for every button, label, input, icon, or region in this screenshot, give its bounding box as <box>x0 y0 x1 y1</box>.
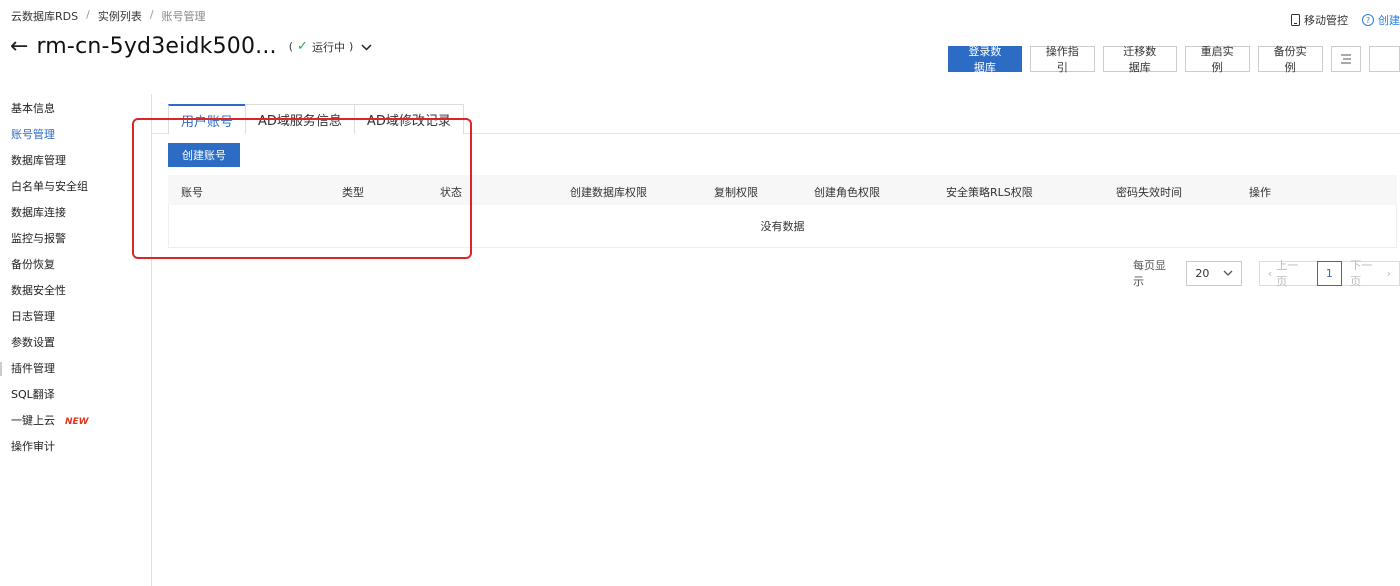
column-password-expiry: 密码失效时间 <box>1116 186 1182 199</box>
operation-guide-button[interactable]: 操作指引 <box>1029 45 1095 74</box>
mobile-control-label: 移动管控 <box>1304 14 1348 27</box>
sidebar-item-operation-audit[interactable]: 操作审计 <box>0 434 151 460</box>
sidebar-item-database-connection[interactable]: 数据库连接 <box>0 200 151 226</box>
sidebar-item-monitoring-alerts[interactable]: 监控与报警 <box>0 226 151 252</box>
chevron-right-icon: › <box>1386 266 1392 280</box>
instance-status: ( ✓ 运行中 ) <box>289 39 354 55</box>
column-actions: 操作 <box>1249 186 1271 199</box>
instance-header: ← rm-cn-5yd3eidk500... ( ✓ 运行中 ) <box>10 34 372 59</box>
help-create-link[interactable]: ? 创建 <box>1362 12 1400 28</box>
chevron-left-icon: ‹ <box>1267 266 1273 280</box>
instance-actions: 登录数据库 操作指引 迁移数据库 重启实例 备份实例 <box>948 45 1400 74</box>
restart-instance-button[interactable]: 重启实例 <box>1184 45 1250 74</box>
create-account-button[interactable]: 创建账号 <box>168 143 240 167</box>
sidebar-item-cloud-label: 一键上云 <box>11 414 55 427</box>
instance-title: rm-cn-5yd3eidk500... <box>36 34 277 59</box>
sidebar-divider <box>151 94 152 586</box>
page-number-current[interactable]: 1 <box>1316 260 1343 286</box>
column-create-role-privilege: 创建角色权限 <box>814 186 880 199</box>
sidebar-item-log-management[interactable]: 日志管理 <box>0 304 151 330</box>
breadcrumb-separator: / <box>149 8 154 21</box>
mobile-control-link[interactable]: 移动管控 <box>1291 12 1348 28</box>
sidebar-item-plugin-label: 插件管理 <box>11 362 55 375</box>
status-paren-open: ( <box>288 40 294 53</box>
sidebar-item-backup-restore[interactable]: 备份恢复 <box>0 252 151 278</box>
new-badge: NEW <box>65 417 89 427</box>
mobile-phone-icon <box>1291 14 1300 26</box>
migrate-database-button[interactable]: 迁移数据库 <box>1102 45 1177 74</box>
sidebar-item-account-management[interactable]: 账号管理 <box>0 122 151 148</box>
sidebar-item-parameter-settings[interactable]: 参数设置 <box>0 330 151 356</box>
sidebar-item-whitelist-security[interactable]: 白名单与安全组 <box>0 174 151 200</box>
page-size-select[interactable]: 20 <box>1186 260 1242 286</box>
sidebar: 基本信息 账号管理 数据库管理 白名单与安全组 数据库连接 监控与报警 备份恢复… <box>0 96 151 460</box>
help-icon: ? <box>1362 14 1374 26</box>
status-paren-close: ) <box>348 40 354 53</box>
column-rls-privilege: 安全策略RLS权限 <box>946 186 1033 199</box>
sidebar-marker <box>0 362 2 376</box>
check-icon: ✓ <box>297 39 308 54</box>
column-account: 账号 <box>181 186 203 199</box>
menu-lines-icon <box>1341 54 1352 64</box>
accounts-table: 账号 类型 状态 创建数据库权限 复制权限 创建角色权限 安全策略RLS权限 密… <box>168 175 1397 248</box>
sidebar-item-basic-info[interactable]: 基本信息 <box>0 96 151 122</box>
overflow-button[interactable] <box>1369 46 1400 72</box>
status-label: 运行中 <box>311 40 345 54</box>
help-create-label: 创建 <box>1378 14 1400 27</box>
back-arrow-icon[interactable]: ← <box>10 35 28 58</box>
column-type: 类型 <box>342 186 364 199</box>
tab-user-accounts[interactable]: 用户账号 <box>168 104 247 134</box>
column-replication-privilege: 复制权限 <box>714 186 758 199</box>
page-size-value: 20 <box>1195 266 1210 280</box>
breadcrumb-separator: / <box>86 8 90 21</box>
next-page-button[interactable]: 下一页 › <box>1341 259 1400 288</box>
table-header: 账号 类型 状态 创建数据库权限 复制权限 创建角色权限 安全策略RLS权限 密… <box>168 175 1397 205</box>
account-tabs: 用户账号 AD域服务信息 AD域修改记录 <box>168 104 464 134</box>
sidebar-item-sql-translation[interactable]: SQL翻译 <box>0 382 151 408</box>
backup-instance-button[interactable]: 备份实例 <box>1257 45 1323 74</box>
tab-ad-service-info[interactable]: AD域服务信息 <box>245 104 355 134</box>
next-page-label: 下一页 <box>1350 259 1373 288</box>
page-size-label: 每页显示 <box>1133 259 1166 288</box>
breadcrumb-instance-list[interactable]: 实例列表 <box>98 8 142 24</box>
more-menu-button[interactable] <box>1330 46 1362 72</box>
prev-page-button[interactable]: ‹ 上一页 <box>1258 259 1318 288</box>
chevron-down-icon[interactable] <box>361 40 372 54</box>
column-create-db-privilege: 创建数据库权限 <box>570 186 647 199</box>
sidebar-item-one-click-cloud[interactable]: 一键上云 NEW <box>0 408 151 434</box>
tab-ad-change-log[interactable]: AD域修改记录 <box>353 104 464 134</box>
breadcrumb: 云数据库RDS / 实例列表 / 账号管理 <box>11 8 206 24</box>
breadcrumb-rds[interactable]: 云数据库RDS <box>11 8 78 24</box>
login-database-button[interactable]: 登录数据库 <box>948 45 1022 74</box>
top-right-links: 移动管控 ? 创建 <box>1291 12 1400 28</box>
prev-page-label: 上一页 <box>1276 259 1299 288</box>
pagination: 每页显示 20 ‹ 上一页 1 下一页 › <box>1133 257 1400 289</box>
sidebar-item-database-management[interactable]: 数据库管理 <box>0 148 151 174</box>
sidebar-item-plugin-management[interactable]: 插件管理 <box>0 356 151 382</box>
breadcrumb-current: 账号管理 <box>161 10 206 23</box>
column-status: 状态 <box>440 186 462 199</box>
empty-message: 没有数据 <box>760 220 805 233</box>
table-empty-row: 没有数据 <box>168 205 1397 248</box>
sidebar-item-data-security[interactable]: 数据安全性 <box>0 278 151 304</box>
chevron-down-icon <box>1223 270 1233 276</box>
